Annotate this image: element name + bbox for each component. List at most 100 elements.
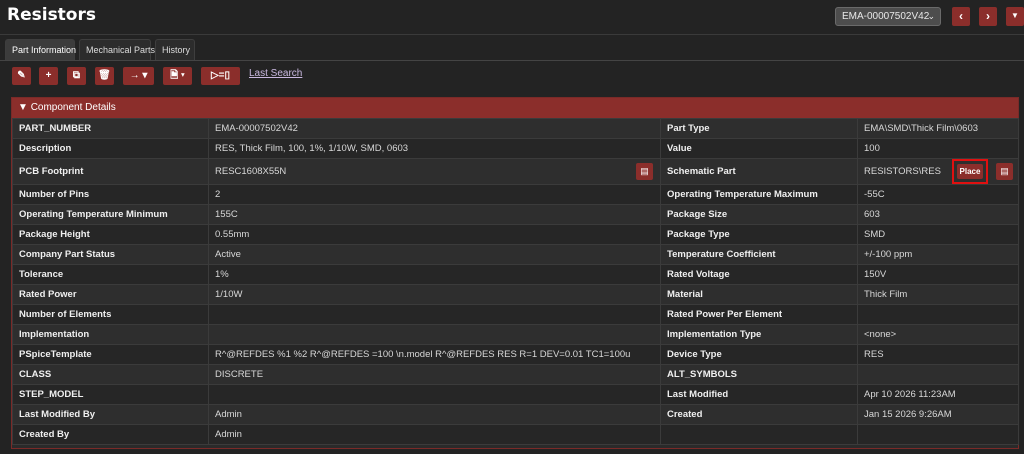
trash-icon: 🗑 [98, 70, 111, 81]
pcb-footprint-cell: RESC1608X55N ▤ [208, 158, 661, 185]
field-label: Implementation Type [660, 324, 858, 345]
more-menu-button[interactable]: ▼ [1006, 7, 1024, 26]
place-highlight: Place [952, 159, 988, 184]
field-label: PCB Footprint [12, 158, 209, 185]
field-value: +/-100 ppm [857, 244, 1019, 265]
tab-part-information[interactable]: Part Information [5, 39, 76, 60]
divider [0, 34, 1024, 35]
caret-down-icon: ▼ [1011, 11, 1019, 20]
edit-button[interactable]: ✎ [12, 67, 31, 85]
field-value: Thick Film [857, 284, 1019, 305]
field-value: RES, Thick Film, 100, 1%, 1/10W, SMD, 06… [208, 138, 661, 159]
field-value [208, 304, 661, 325]
export-dropdown-button[interactable]: → ▾ [123, 67, 154, 85]
field-value: Admin [208, 404, 661, 425]
field-label [660, 424, 858, 445]
field-value [208, 384, 661, 405]
field-value: RES [857, 344, 1019, 365]
field-value: 155C [208, 204, 661, 225]
add-button[interactable]: + [39, 67, 58, 85]
part-number-select[interactable]: EMA-00007502V42 ⌄ [835, 7, 941, 26]
field-label: PART_NUMBER [12, 118, 209, 139]
table-row: Tolerance 1% Rated Voltage 150V [12, 264, 1019, 285]
previous-part-button[interactable]: ‹ [952, 7, 970, 26]
chevron-down-icon: ⌄ [927, 11, 935, 21]
field-value: Jan 15 2026 9:26AM [857, 404, 1019, 425]
field-label: Company Part Status [12, 244, 209, 265]
field-label: Number of Pins [12, 184, 209, 205]
field-value: DISCRETE [208, 364, 661, 385]
table-row: Operating Temperature Minimum 155C Packa… [12, 204, 1019, 225]
copy-icon: ⧉ [72, 70, 81, 81]
field-value: SMD [857, 224, 1019, 245]
table-row: Number of Elements Rated Power Per Eleme… [12, 304, 1019, 325]
panel-title: Component Details [30, 102, 116, 113]
schematic-part-cell: RESISTORS\RES Place ▤ [857, 158, 1019, 185]
table-row: Package Height 0.55mm Package Type SMD [12, 224, 1019, 245]
field-label: PSpiceTemplate [12, 344, 209, 365]
field-label: CLASS [12, 364, 209, 385]
field-label: Last Modified [660, 384, 858, 405]
field-label: Package Size [660, 204, 858, 225]
field-value [857, 424, 1019, 445]
field-value [208, 324, 661, 345]
table-row: CLASS DISCRETE ALT_SYMBOLS [12, 364, 1019, 385]
table-row: Created By Admin [12, 424, 1019, 445]
next-part-button[interactable]: › [979, 7, 997, 26]
tab-history[interactable]: History [155, 39, 195, 60]
table-row: Implementation Implementation Type <none… [12, 324, 1019, 345]
field-label: ALT_SYMBOLS [660, 364, 858, 385]
arrow-right-dropdown-icon: → ▾ [129, 70, 148, 81]
part-select-value: EMA-00007502V42 [842, 11, 930, 22]
table-row: PCB Footprint RESC1608X55N ▤ Schematic P… [12, 158, 1019, 185]
field-value: Active [208, 244, 661, 265]
collapse-triangle-icon: ▼ [18, 102, 28, 113]
table-row: PSpiceTemplate R^@REFDES %1 %2 R^@REFDES… [12, 344, 1019, 365]
place-button[interactable]: Place [957, 164, 983, 179]
delete-button[interactable]: 🗑 [95, 67, 114, 85]
field-value: -55C [857, 184, 1019, 205]
field-label: Rated Power Per Element [660, 304, 858, 325]
component-details-header[interactable]: ▼ Component Details [12, 98, 1018, 118]
field-value: EMA\SMD\Thick Film\0603 [857, 118, 1019, 139]
link-compare-button[interactable]: ▷=▯ [201, 67, 240, 85]
field-value: Admin [208, 424, 661, 445]
field-label: Created [660, 404, 858, 425]
field-value: 150V [857, 264, 1019, 285]
field-label: Rated Voltage [660, 264, 858, 285]
schematic-image-button[interactable]: ▤ [996, 163, 1013, 180]
field-label: Implementation [12, 324, 209, 345]
link-equals-icon: ▷=▯ [210, 70, 231, 81]
field-label: Device Type [660, 344, 858, 365]
field-label: Operating Temperature Maximum [660, 184, 858, 205]
table-row: Last Modified By Admin Created Jan 15 20… [12, 404, 1019, 425]
field-label: Package Type [660, 224, 858, 245]
page-title: Resistors [7, 5, 96, 25]
field-value: 603 [857, 204, 1019, 225]
field-label: Value [660, 138, 858, 159]
file-dropdown-button[interactable]: 🗎 ▾ [163, 67, 192, 85]
footprint-image-button[interactable]: ▤ [636, 163, 653, 180]
field-value: 2 [208, 184, 661, 205]
table-row: Description RES, Thick Film, 100, 1%, 1/… [12, 138, 1019, 159]
field-label: Operating Temperature Minimum [12, 204, 209, 225]
field-value: 1% [208, 264, 661, 285]
field-label: Description [12, 138, 209, 159]
field-value: Apr 10 2026 11:23AM [857, 384, 1019, 405]
field-value: EMA-00007502V42 [208, 118, 661, 139]
tab-mechanical-parts[interactable]: Mechanical Parts [79, 39, 155, 60]
table-row: Company Part Status Active Temperature C… [12, 244, 1019, 265]
field-label: Created By [12, 424, 209, 445]
field-value: <none> [857, 324, 1019, 345]
field-value [857, 364, 1019, 385]
field-value [857, 304, 1019, 325]
field-value: R^@REFDES %1 %2 R^@REFDES =100 \n.model … [208, 344, 661, 365]
copy-button[interactable]: ⧉ [67, 67, 86, 85]
last-search-link[interactable]: Last Search [249, 68, 302, 79]
pencil-icon: ✎ [17, 70, 26, 81]
component-details-panel: ▼ Component Details PART_NUMBER EMA-0000… [11, 97, 1019, 449]
field-value: RESISTORS\RES [864, 166, 941, 177]
table-row: PART_NUMBER EMA-00007502V42 Part Type EM… [12, 118, 1019, 139]
field-label: Rated Power [12, 284, 209, 305]
table-row: Rated Power 1/10W Material Thick Film [12, 284, 1019, 305]
